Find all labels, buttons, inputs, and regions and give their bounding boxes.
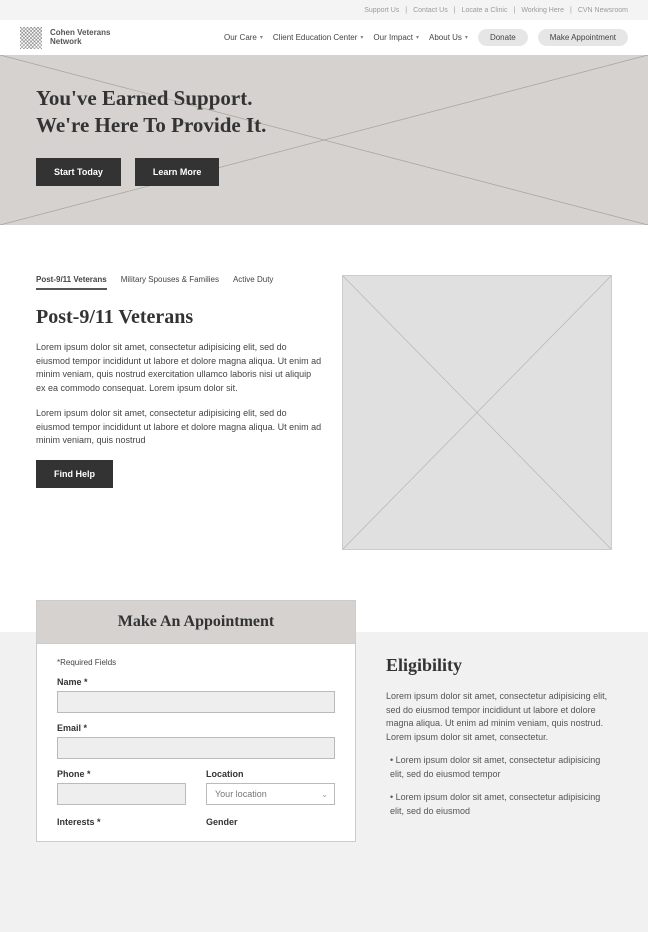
interests-label: Interests * <box>57 817 186 827</box>
phone-label: Phone * <box>57 769 186 779</box>
eligibility-heading: Eligibility <box>386 655 612 676</box>
required-fields-note: *Required Fields <box>57 658 335 667</box>
eligibility-bullet-1: • Lorem ipsum dolor sit amet, consectetu… <box>390 754 612 781</box>
nav-our-impact[interactable]: Our Impact ▾ <box>373 33 419 42</box>
nav-about-us[interactable]: About Us ▾ <box>429 33 468 42</box>
image-placeholder-icon <box>343 276 611 549</box>
location-label: Location <box>206 769 335 779</box>
lower-section: Make An Appointment *Required Fields Nam… <box>0 600 648 842</box>
eligibility-bullet-2: • Lorem ipsum dolor sit amet, consectetu… <box>390 791 612 818</box>
make-appointment-button[interactable]: Make Appointment <box>538 29 628 46</box>
gender-label: Gender <box>206 817 335 827</box>
tabs-p1: Lorem ipsum dolor sit amet, consectetur … <box>36 341 322 395</box>
start-today-button[interactable]: Start Today <box>36 158 121 186</box>
logo-mark-icon <box>20 27 42 49</box>
util-link-working-here[interactable]: Working Here <box>521 7 564 14</box>
util-link-contact-us[interactable]: Contact Us <box>413 7 448 14</box>
image-placeholder-icon <box>0 55 648 225</box>
tabs-content: Post-9/11 Veterans Military Spouses & Fa… <box>36 275 322 550</box>
util-link-support-us[interactable]: Support Us <box>364 7 399 14</box>
chevron-down-icon: ▾ <box>465 34 468 41</box>
tab-military-spouses[interactable]: Military Spouses & Families <box>121 275 219 290</box>
chevron-down-icon: ⌄ <box>321 790 328 799</box>
tab-active-duty[interactable]: Active Duty <box>233 275 273 290</box>
logo-line2: Network <box>50 38 110 46</box>
tabs-heading: Post-9/11 Veterans <box>36 306 322 329</box>
primary-nav: Our Care ▾ Client Education Center ▾ Our… <box>224 29 628 46</box>
location-select[interactable]: Your location ⌄ <box>206 783 335 805</box>
find-help-button[interactable]: Find Help <box>36 460 113 488</box>
image-placeholder <box>342 275 612 550</box>
tab-row: Post-9/11 Veterans Military Spouses & Fa… <box>36 275 322 290</box>
nav-label: Client Education Center <box>273 33 358 42</box>
tabs-section: Post-9/11 Veterans Military Spouses & Fa… <box>0 225 648 550</box>
phone-input[interactable] <box>57 783 186 805</box>
main-header: Cohen Veterans Network Our Care ▾ Client… <box>0 20 648 55</box>
chevron-down-icon: ▾ <box>416 34 419 41</box>
email-label: Email * <box>57 723 335 733</box>
tab-post911-veterans[interactable]: Post-9/11 Veterans <box>36 275 107 290</box>
hero-title-line1: You've Earned Support. <box>36 85 612 112</box>
eligibility-section: Eligibility Lorem ipsum dolor sit amet, … <box>386 600 612 842</box>
nav-label: Our Care <box>224 33 257 42</box>
name-label: Name * <box>57 677 335 687</box>
appointment-title: Make An Appointment <box>37 601 355 644</box>
nav-label: Our Impact <box>373 33 413 42</box>
nav-client-education[interactable]: Client Education Center ▾ <box>273 33 364 42</box>
util-link-newsroom[interactable]: CVN Newsroom <box>578 7 628 14</box>
email-input[interactable] <box>57 737 335 759</box>
nav-our-care[interactable]: Our Care ▾ <box>224 33 263 42</box>
chevron-down-icon: ▾ <box>260 34 263 41</box>
donate-button[interactable]: Donate <box>478 29 528 46</box>
nav-label: About Us <box>429 33 462 42</box>
hero: You've Earned Support. We're Here To Pro… <box>0 55 648 225</box>
logo-text: Cohen Veterans Network <box>50 29 110 46</box>
utility-bar: Support Us| Contact Us| Locate a Clinic|… <box>0 0 648 20</box>
name-input[interactable] <box>57 691 335 713</box>
hero-title-line2: We're Here To Provide It. <box>36 112 612 139</box>
chevron-down-icon: ▾ <box>360 34 363 41</box>
appointment-card: Make An Appointment *Required Fields Nam… <box>36 600 356 842</box>
learn-more-button[interactable]: Learn More <box>135 158 220 186</box>
hero-title: You've Earned Support. We're Here To Pro… <box>36 85 612 140</box>
util-link-locate-clinic[interactable]: Locate a Clinic <box>462 7 508 14</box>
tabs-image <box>342 275 612 550</box>
eligibility-p1: Lorem ipsum dolor sit amet, consectetur … <box>386 690 612 744</box>
location-placeholder: Your location <box>215 789 267 799</box>
tabs-p2: Lorem ipsum dolor sit amet, consectetur … <box>36 407 322 448</box>
